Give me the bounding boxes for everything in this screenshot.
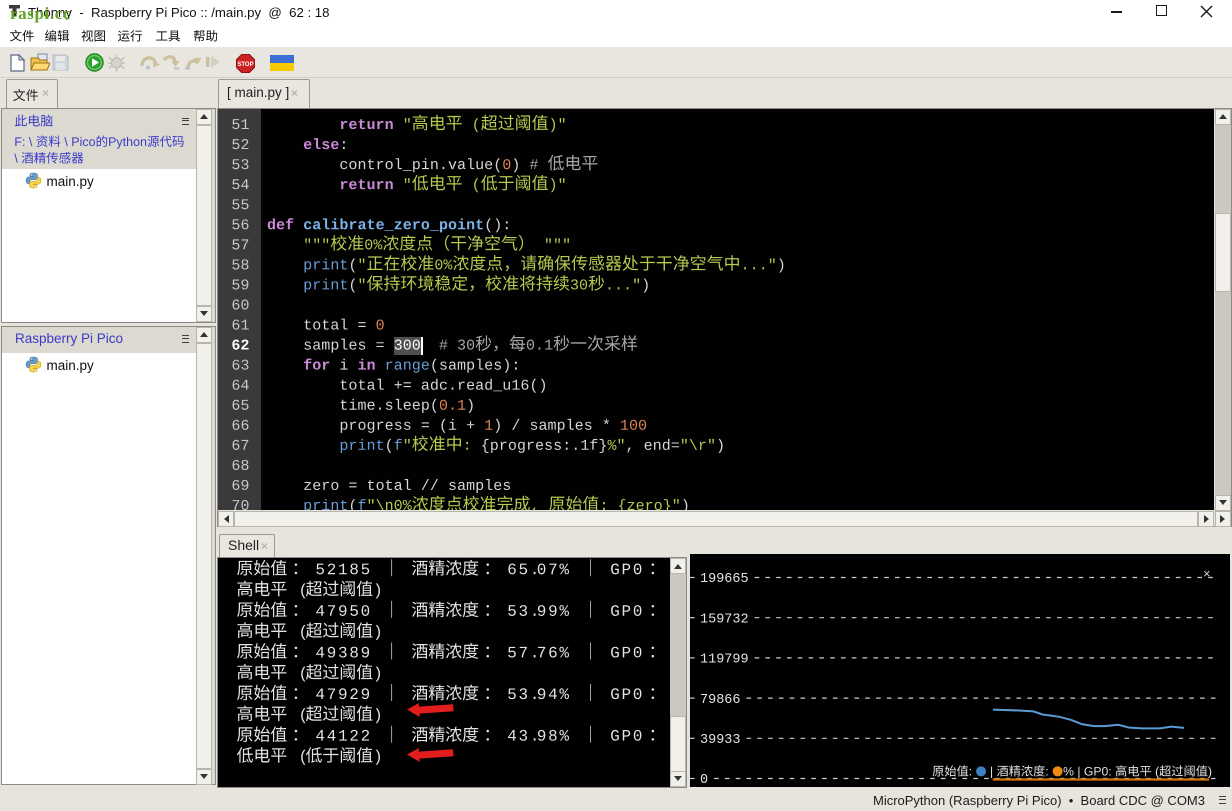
svg-text:199665: 199665 — [700, 572, 749, 587]
svg-text:0: 0 — [700, 773, 708, 787]
svg-text:39933: 39933 — [700, 733, 741, 748]
svg-text:119799: 119799 — [700, 652, 749, 667]
svg-text:79866: 79866 — [700, 692, 741, 707]
svg-text:STOP: STOP — [237, 62, 253, 68]
svg-text:159732: 159732 — [700, 612, 749, 627]
